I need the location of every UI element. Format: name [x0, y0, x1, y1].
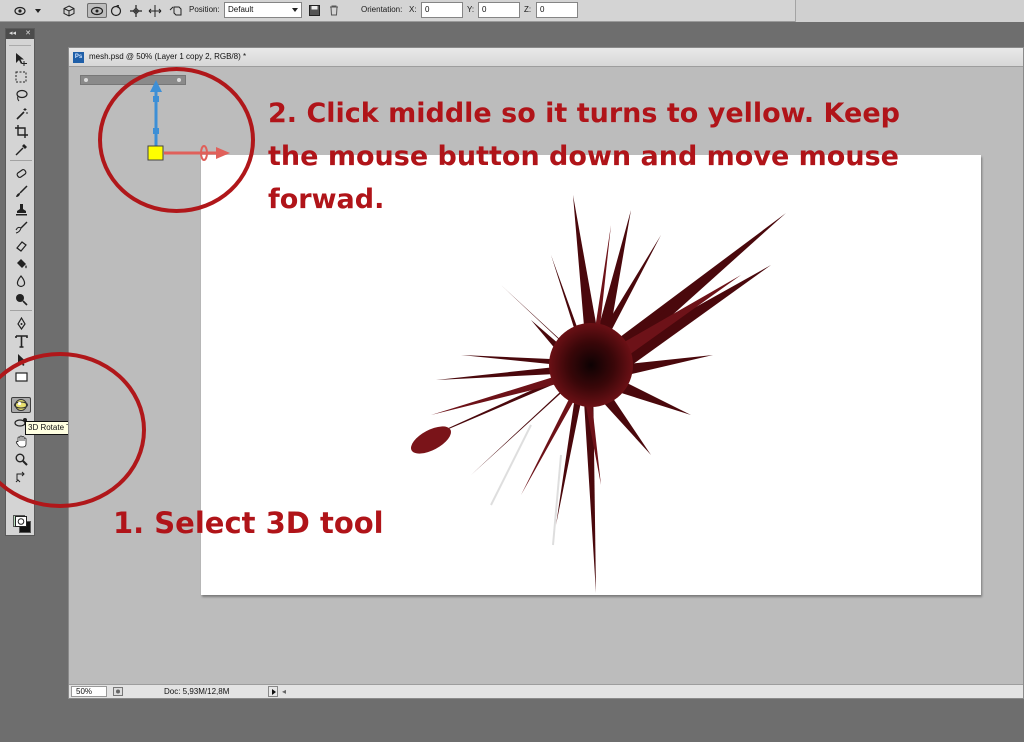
tool-dodge[interactable] [11, 291, 31, 307]
tools-separator [10, 160, 32, 161]
dodge-icon [15, 293, 28, 306]
orientation-y-input[interactable]: 0 [478, 2, 520, 18]
crop-icon [14, 124, 28, 138]
tool-brush[interactable] [11, 183, 31, 199]
tool-spot-healing[interactable] [11, 165, 31, 181]
save-position-button[interactable] [307, 3, 321, 18]
tools-panel-grip[interactable] [9, 40, 31, 46]
blur-drop-icon [16, 274, 26, 287]
orientation-y-label: Y: [467, 5, 475, 14]
info-icon [113, 687, 123, 696]
rotate-3d-button[interactable] [87, 3, 107, 18]
orientation-x-input[interactable]: 0 [421, 2, 463, 18]
rotate-3d-icon [14, 6, 26, 15]
drag-3d-button[interactable] [128, 3, 144, 18]
zoom-level-field[interactable]: 50% [71, 686, 107, 697]
orientation-label: Orientation: [361, 5, 403, 14]
tool-clone-stamp[interactable] [11, 201, 31, 217]
tool-history-brush[interactable] [11, 219, 31, 235]
save-icon [308, 5, 320, 16]
tools-panel-header: ◂◂ ✕ [6, 29, 34, 39]
close-icon[interactable]: ✕ [25, 29, 31, 39]
minimize-widget-icon[interactable] [84, 78, 88, 82]
trash-icon [330, 5, 338, 16]
brush-icon [15, 184, 28, 197]
preset-dropdown[interactable] [33, 3, 43, 18]
move-cross-icon [130, 4, 142, 17]
quick-mask-icon [15, 515, 27, 527]
slide-arrows-icon [148, 4, 162, 17]
tool-pen[interactable] [11, 315, 31, 331]
roll-icon [110, 4, 122, 16]
document-size-info: Doc: 5,93M/12,8M [164, 687, 230, 696]
chevron-down-icon [292, 8, 298, 12]
move-tool-icon [16, 53, 27, 66]
cube-icon [63, 4, 75, 17]
return-to-initial-button[interactable] [61, 3, 77, 18]
healing-brush-icon [16, 168, 26, 178]
marquee-icon [15, 71, 27, 83]
eraser-icon [15, 240, 27, 252]
tool-magic-wand[interactable] [11, 105, 31, 121]
tool-marquee[interactable] [11, 69, 31, 85]
status-menu-button[interactable] [268, 686, 278, 697]
annotation-step-2-line-3: forwad. [268, 184, 385, 215]
position-select-value: Default [228, 5, 254, 14]
eyedropper-icon [15, 143, 27, 155]
annotation-step-2-line-2: the mouse button down and move mouse [268, 141, 899, 172]
document-tab[interactable]: Ps mesh.psd @ 50% (Layer 1 copy 2, RGB/8… [69, 48, 1023, 67]
tool-preset-picker[interactable] [12, 3, 30, 18]
magic-wand-icon [15, 107, 27, 120]
stamp-icon [15, 203, 27, 215]
roll-3d-button[interactable] [108, 3, 124, 18]
scale-cube-icon [169, 6, 181, 15]
tool-lasso[interactable] [11, 87, 31, 103]
rotate-3d-icon [90, 6, 104, 15]
tool-eyedropper[interactable] [11, 141, 31, 157]
annotation-step-2: 2. Click middle so it turns to yellow. K… [268, 92, 900, 221]
annotation-step-1: 1. Select 3D tool [113, 506, 384, 540]
orientation-z-input[interactable]: 0 [536, 2, 578, 18]
tool-blur[interactable] [11, 273, 31, 289]
tool-move[interactable] [11, 51, 31, 67]
document-title: mesh.psd @ 50% (Layer 1 copy 2, RGB/8) * [89, 52, 247, 61]
scale-3d-button[interactable] [167, 3, 183, 18]
position-label: Position: [189, 5, 220, 14]
tool-paint-bucket[interactable] [11, 255, 31, 271]
tool-crop[interactable] [11, 123, 31, 139]
status-bar: 50% Doc: 5,93M/12,8M ◂ [69, 684, 1023, 698]
position-select[interactable]: Default [224, 2, 302, 18]
annotation-step-2-line-1: 2. Click middle so it turns to yellow. K… [268, 98, 900, 129]
orientation-x-label: X: [409, 5, 417, 14]
paint-bucket-icon [16, 258, 27, 268]
status-info-icon[interactable] [113, 687, 123, 698]
collapse-panel-icon[interactable]: ◂◂ [9, 29, 16, 39]
lasso-icon [15, 89, 28, 101]
quick-mask-button[interactable] [11, 513, 31, 529]
pen-icon [16, 316, 26, 330]
scroll-left-icon[interactable]: ◂ [282, 687, 286, 696]
annotation-circle-gizmo [98, 67, 255, 213]
tool-eraser[interactable] [11, 237, 31, 253]
delete-position-button[interactable] [327, 3, 341, 18]
orientation-z-label: Z: [524, 5, 532, 14]
tools-separator [10, 310, 32, 311]
options-bar: Position: Default Orientation: X: 0 Y: 0… [0, 0, 1024, 22]
slide-3d-button[interactable] [147, 3, 163, 18]
chevron-down-icon [35, 8, 41, 13]
ps-file-icon: Ps [73, 52, 84, 63]
history-brush-icon [15, 221, 27, 233]
tool-type[interactable] [11, 333, 31, 349]
options-bar-right-pane [795, 0, 1024, 22]
type-icon [14, 334, 28, 348]
